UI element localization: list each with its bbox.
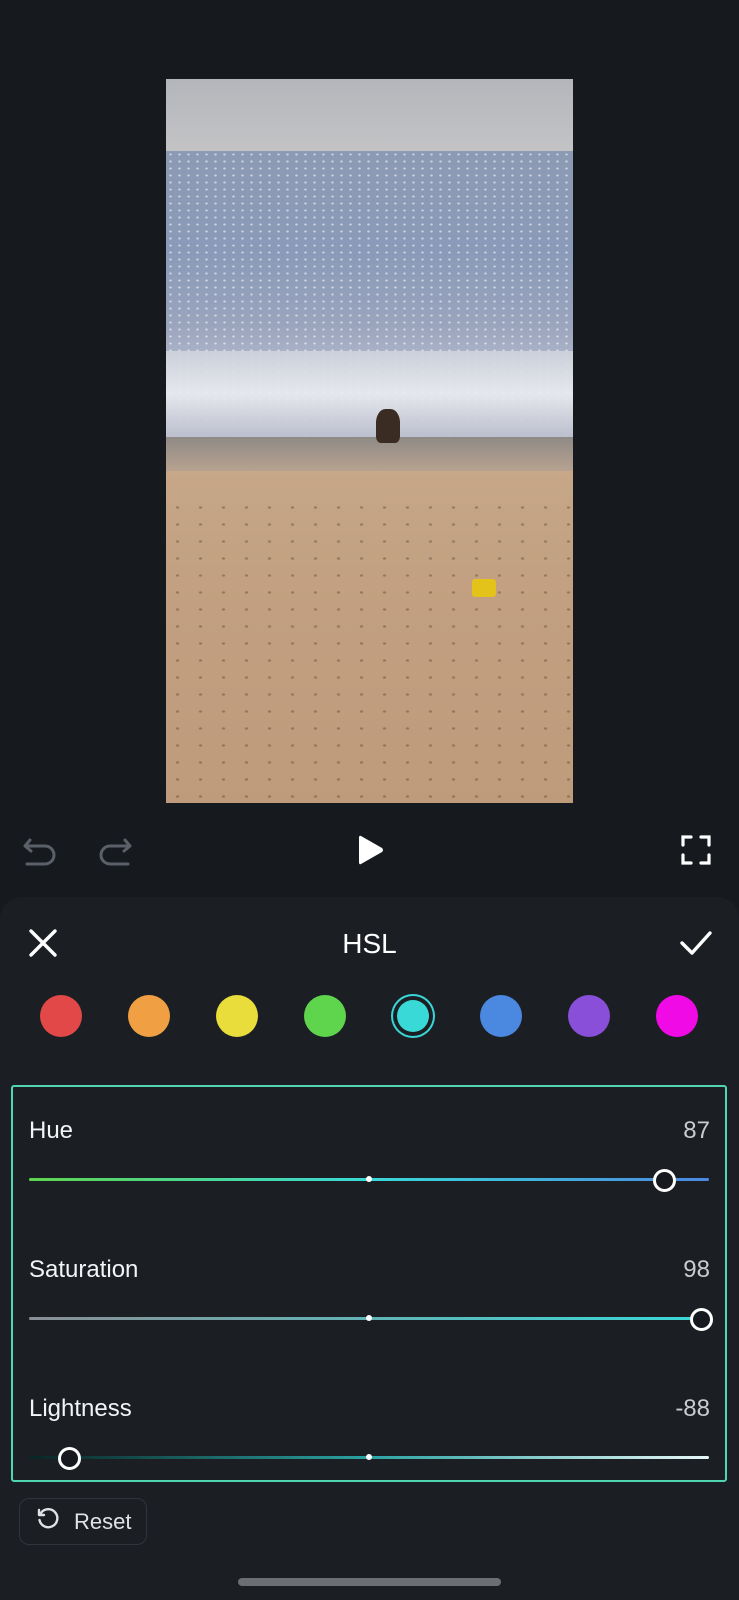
saturation-value: 98 [683, 1256, 710, 1283]
saturation-slider-center [366, 1315, 372, 1321]
lightness-value: -88 [675, 1395, 710, 1422]
reset-label: Reset [74, 1508, 132, 1534]
reset-button[interactable]: Reset [19, 1498, 147, 1545]
preview-wet-sand [166, 437, 573, 473]
fullscreen-icon[interactable] [678, 832, 714, 868]
play-icon[interactable] [350, 830, 390, 870]
redo-icon[interactable] [95, 833, 133, 867]
preview-dog [376, 409, 400, 443]
undo-icon[interactable] [22, 833, 60, 867]
saturation-slider-thumb[interactable] [689, 1308, 713, 1331]
color-swatch-yellow[interactable] [216, 995, 258, 1037]
preview-bucket [472, 579, 496, 597]
color-swatch-green[interactable] [304, 995, 346, 1037]
check-icon[interactable] [678, 926, 714, 960]
hue-label: Hue [29, 1117, 74, 1144]
color-swatch-blue[interactable] [480, 995, 522, 1037]
color-swatch-magenta[interactable] [656, 995, 698, 1037]
saturation-label: Saturation [29, 1256, 139, 1283]
home-indicator [238, 1578, 501, 1586]
hue-value: 87 [683, 1117, 710, 1144]
preview-sky [166, 79, 573, 155]
video-preview[interactable] [166, 79, 573, 803]
preview-debris [166, 499, 573, 799]
reset-icon [36, 1507, 60, 1536]
color-swatch-red[interactable] [40, 995, 82, 1037]
preview-foam [166, 351, 573, 437]
color-swatch-orange[interactable] [128, 995, 170, 1037]
panel-title: HSL [342, 928, 397, 959]
preview-area [0, 0, 739, 900]
hue-slider-center [366, 1176, 372, 1182]
lightness-slider-center [366, 1454, 372, 1460]
color-swatch-cyan[interactable] [397, 1000, 429, 1032]
color-swatch-purple[interactable] [568, 995, 610, 1037]
lightness-label: Lightness [29, 1395, 132, 1422]
